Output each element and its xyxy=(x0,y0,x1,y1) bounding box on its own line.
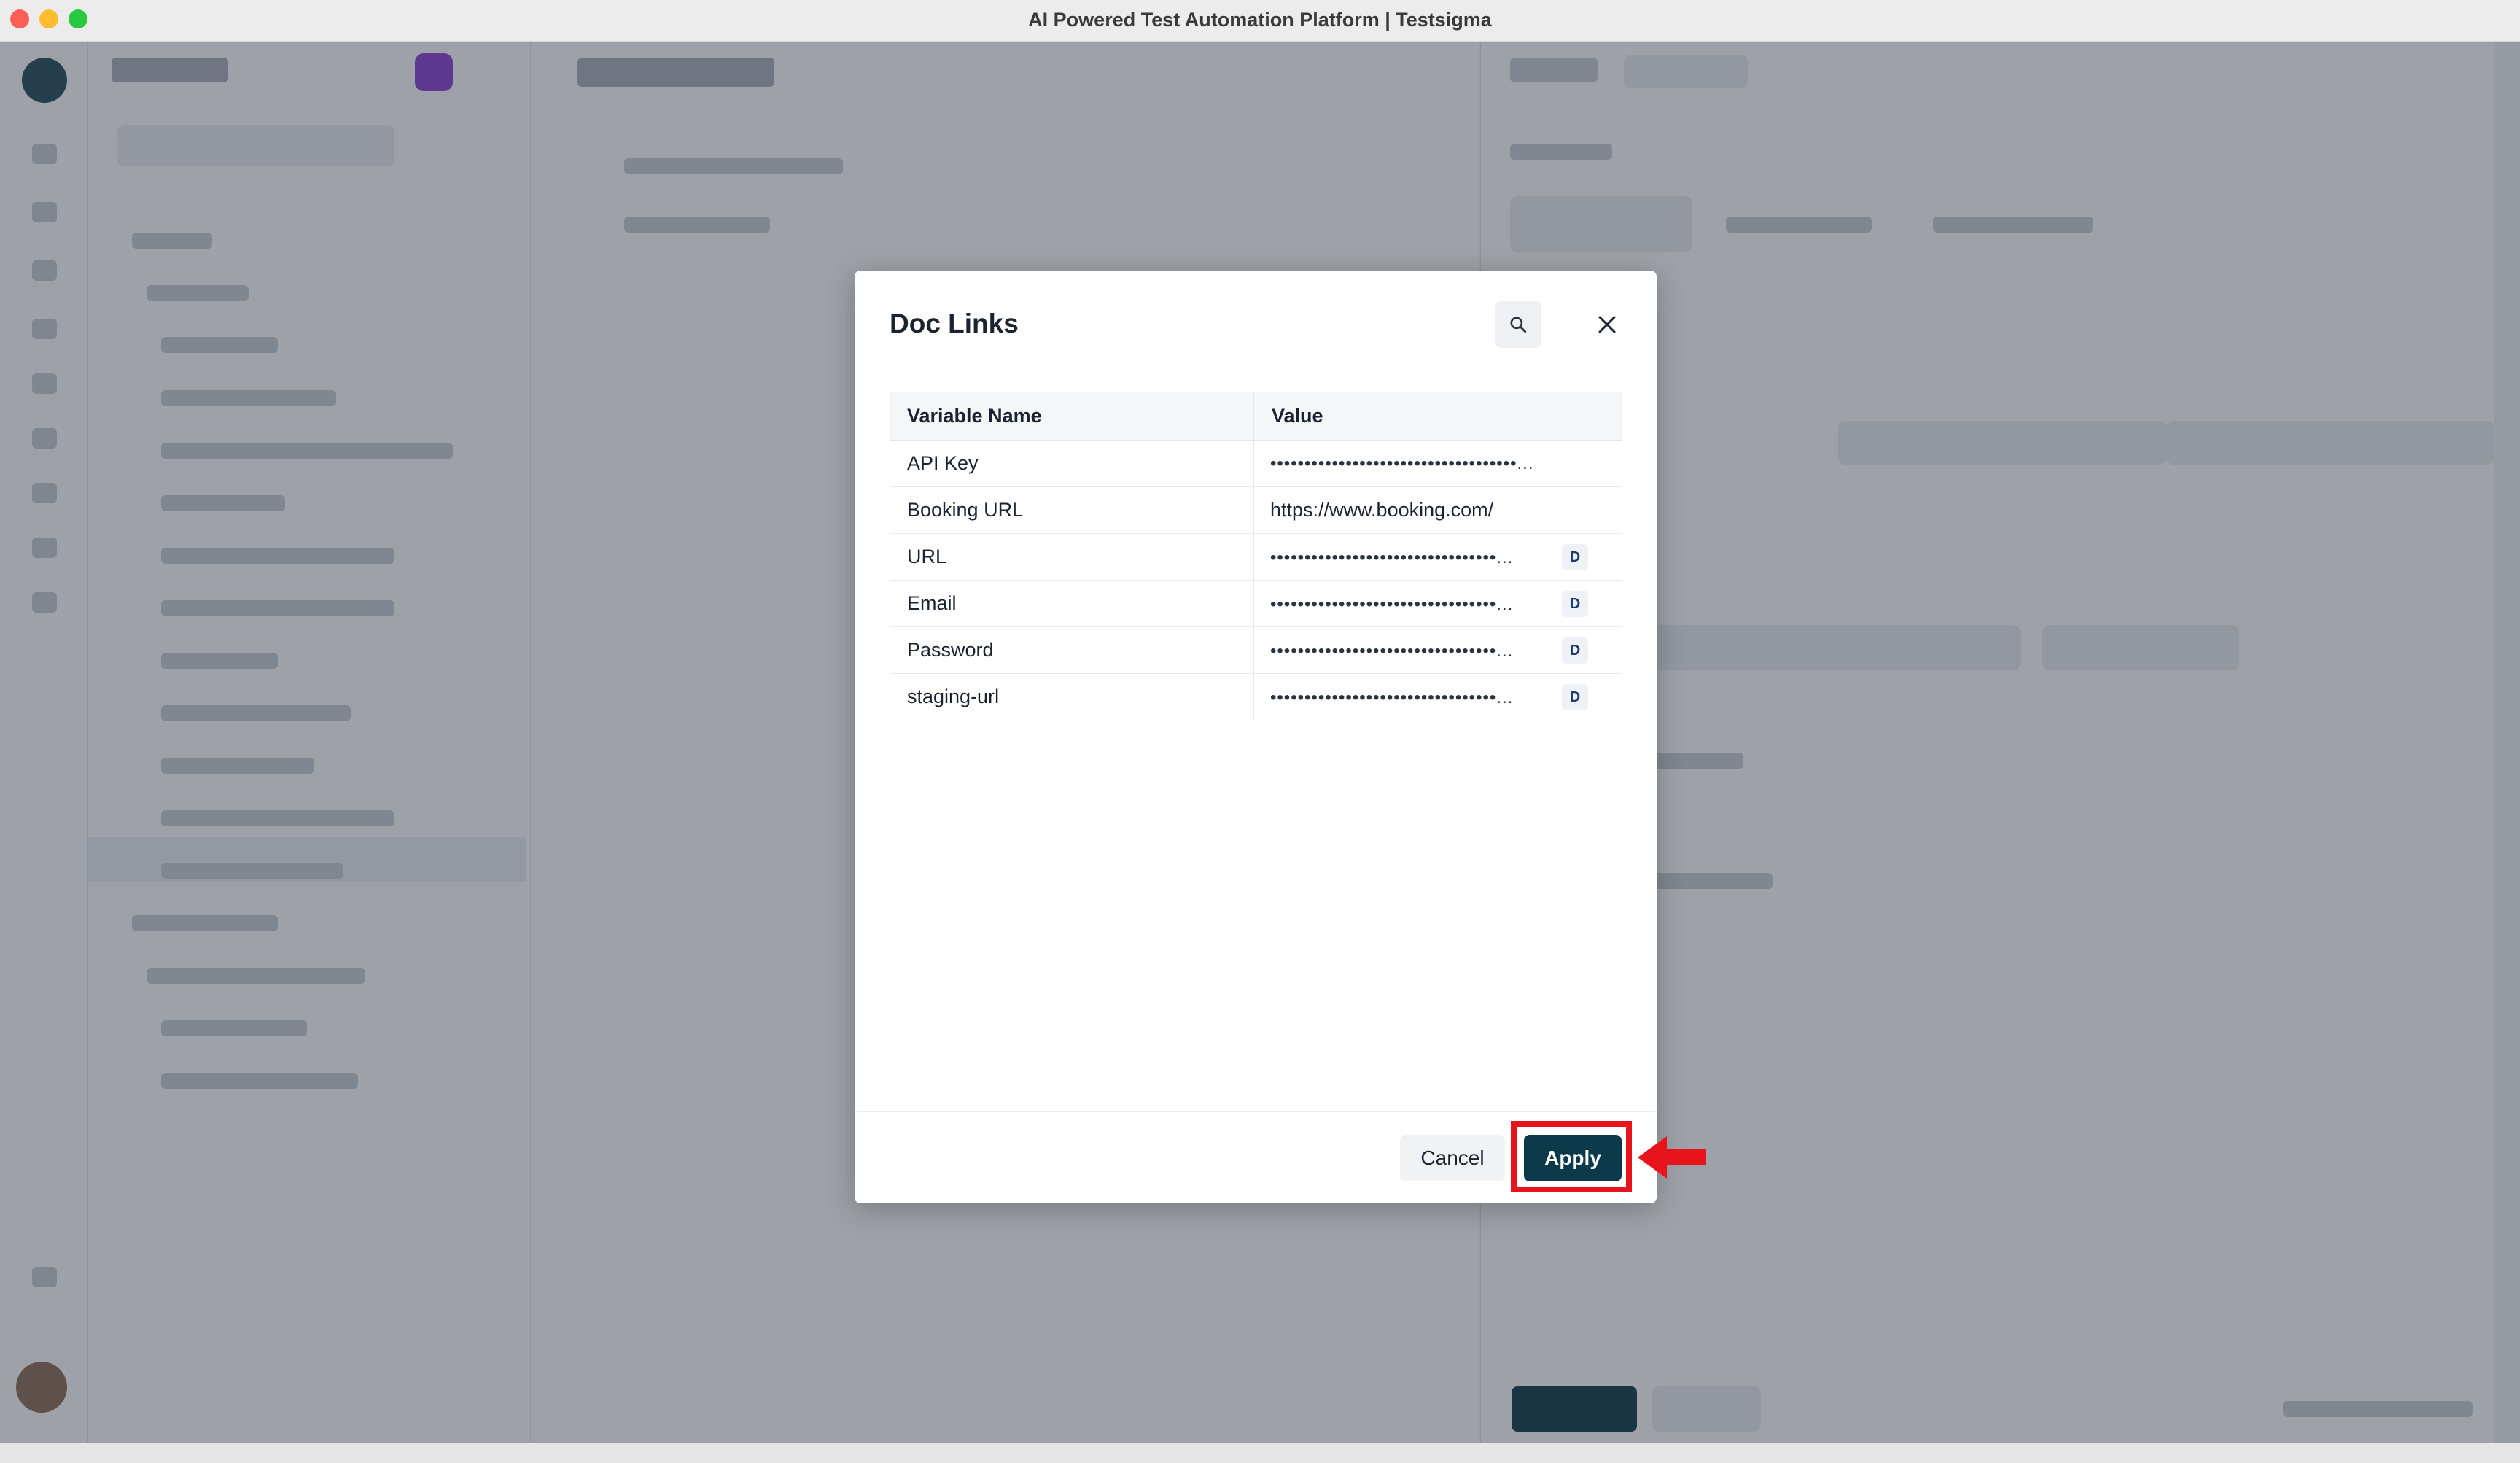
column-header-variable-name: Variable Name xyxy=(890,392,1254,440)
arrow-left-icon xyxy=(1638,1136,1706,1179)
search-icon xyxy=(1510,317,1527,333)
value-cell: •••••••••••••••••••••••••••••••••... xyxy=(1270,594,1514,614)
table-row[interactable]: staging-url ••••••••••••••••••••••••••••… xyxy=(890,674,1622,720)
value-cell: •••••••••••••••••••••••••••••••••... xyxy=(1270,641,1514,661)
value-cell-wrapper: •••••••••••••••••••••••••••••••••... D xyxy=(1254,627,1622,673)
value-cell-wrapper: •••••••••••••••••••••••••••••••••... D xyxy=(1254,674,1622,720)
column-header-value: Value xyxy=(1272,405,1323,427)
variable-name-cell: Booking URL xyxy=(890,487,1254,533)
variable-name-cell: API Key xyxy=(890,441,1254,486)
table-row[interactable]: URL •••••••••••••••••••••••••••••••••...… xyxy=(890,534,1622,581)
value-cell: ••••••••••••••••••••••••••••••••••••... xyxy=(1270,454,1534,473)
window-title: AI Powered Test Automation Platform | Te… xyxy=(1028,9,1492,31)
dynamic-badge: D xyxy=(1562,684,1588,710)
search-button[interactable] xyxy=(1495,301,1541,348)
variable-name-cell: URL xyxy=(890,534,1254,580)
value-cell: https://www.booking.com/ xyxy=(1270,499,1494,521)
close-icon xyxy=(1598,316,1616,333)
variables-table: Variable Name Value API Key ••••••••••••… xyxy=(890,392,1622,720)
table-row[interactable]: Email •••••••••••••••••••••••••••••••••.… xyxy=(890,581,1622,627)
cancel-button[interactable]: Cancel xyxy=(1400,1135,1505,1181)
value-cell: •••••••••••••••••••••••••••••••••... xyxy=(1270,548,1514,567)
dynamic-badge: D xyxy=(1562,637,1588,664)
table-row[interactable]: API Key ••••••••••••••••••••••••••••••••… xyxy=(890,441,1622,487)
table-row[interactable]: Booking URL https://www.booking.com/ xyxy=(890,487,1622,534)
variable-name-cell: staging-url xyxy=(890,674,1254,720)
dialog-footer-divider xyxy=(855,1111,1657,1112)
variable-name-cell: Email xyxy=(890,581,1254,626)
dialog-title: Doc Links xyxy=(890,308,1019,338)
value-cell-wrapper: •••••••••••••••••••••••••••••••••... D xyxy=(1254,581,1622,626)
table-header: Variable Name Value xyxy=(890,392,1622,441)
highlight-box xyxy=(1511,1121,1632,1192)
value-cell: •••••••••••••••••••••••••••••••••... xyxy=(1270,688,1514,707)
close-button[interactable] xyxy=(1584,301,1630,348)
variable-name-cell: Password xyxy=(890,627,1254,673)
doc-links-dialog: Doc Links Variable Name Value API Key ••… xyxy=(855,271,1657,1203)
dynamic-badge: D xyxy=(1562,544,1588,570)
dynamic-badge: D xyxy=(1562,591,1588,617)
table-row[interactable]: Password •••••••••••••••••••••••••••••••… xyxy=(890,627,1622,674)
window-titlebar: AI Powered Test Automation Platform | Te… xyxy=(0,0,2520,42)
value-cell-wrapper: •••••••••••••••••••••••••••••••••... D xyxy=(1254,534,1622,580)
window-bottom-strip xyxy=(0,1443,2520,1463)
